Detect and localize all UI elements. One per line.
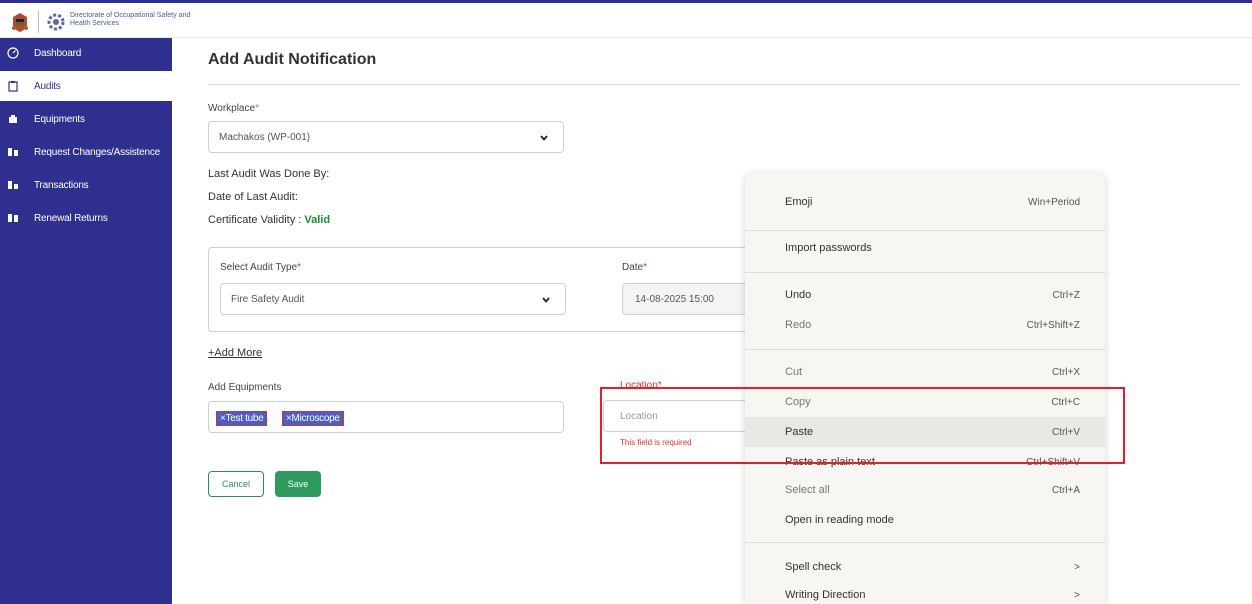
chevron-down-icon: [540, 135, 548, 141]
request-icon: [6, 145, 20, 159]
menu-item-writing-direction[interactable]: Writing Direction >: [745, 580, 1105, 604]
equipments-input[interactable]: ×Test tube ×Microscope: [208, 401, 564, 433]
sidebar-item-label: Renewal Returns: [34, 212, 108, 224]
sidebar-item-equipments[interactable]: Equipments: [0, 104, 172, 134]
cancel-button[interactable]: Cancel: [208, 471, 264, 497]
date-of-last-audit: Date of Last Audit:: [208, 191, 298, 203]
validity-status: Valid: [304, 214, 331, 226]
menu-divider: [745, 230, 1105, 231]
sidebar-item-transactions[interactable]: Transactions: [0, 170, 172, 200]
annotation-highlight-box: [600, 387, 1125, 464]
clipboard-icon: [6, 79, 20, 93]
sidebar: Dashboard Audits Equipments Request Chan…: [0, 38, 172, 604]
title-divider: [208, 84, 1240, 85]
menu-divider: [745, 272, 1105, 273]
top-bar: Directorate of Occupational Safety and H…: [0, 0, 1252, 38]
workplace-label: Workplace*: [208, 103, 259, 114]
sidebar-item-label: Request Changes/Assistence: [34, 146, 160, 158]
sidebar-item-label: Transactions: [34, 179, 89, 191]
menu-divider: [745, 542, 1105, 543]
menu-item-select-all[interactable]: Select all Ctrl+A: [745, 475, 1105, 505]
gauge-icon: [6, 46, 20, 60]
workplace-select[interactable]: Machakos (WP-001): [208, 121, 564, 153]
chevron-right-icon: >: [1074, 561, 1080, 573]
equipment-tag-test-tube[interactable]: ×Test tube: [216, 411, 268, 426]
menu-item-reading-mode[interactable]: Open in reading mode: [745, 505, 1105, 535]
menu-item-cut[interactable]: Cut Ctrl+X: [745, 357, 1105, 387]
certificate-validity: Certificate Validity : Valid: [208, 214, 331, 226]
sidebar-item-label: Audits: [34, 80, 61, 92]
sidebar-item-label: Equipments: [34, 113, 85, 125]
equipment-tag-microscope[interactable]: ×Microscope: [282, 411, 344, 426]
menu-item-undo[interactable]: Undo Ctrl+Z: [745, 280, 1105, 310]
add-more-link[interactable]: +Add More: [208, 347, 262, 359]
save-button[interactable]: Save: [275, 471, 321, 497]
audit-type-select[interactable]: Fire Safety Audit: [220, 283, 566, 315]
last-audit-by: Last Audit Was Done By:: [208, 168, 330, 180]
date-input[interactable]: 14-08-2025 15:00: [622, 283, 752, 315]
menu-item-import-passwords[interactable]: Import passwords: [745, 233, 1105, 263]
menu-item-spell-check[interactable]: Spell check >: [745, 552, 1105, 582]
org-name: Directorate of Occupational Safety and H…: [70, 12, 191, 27]
renewal-icon: [6, 211, 20, 225]
equipments-label: Add Equipments: [208, 382, 282, 393]
logo-divider: [38, 11, 39, 33]
audit-type-value: Fire Safety Audit: [231, 293, 305, 305]
chevron-right-icon: >: [1074, 589, 1080, 601]
sidebar-item-dashboard[interactable]: Dashboard: [0, 38, 172, 68]
menu-item-redo[interactable]: Redo Ctrl+Shift+Z: [745, 310, 1105, 340]
page-title: Add Audit Notification: [208, 51, 377, 68]
sidebar-item-request-changes[interactable]: Request Changes/Assistence: [0, 137, 172, 167]
sidebar-item-audits[interactable]: Audits: [0, 71, 172, 101]
chevron-down-icon: [542, 297, 550, 303]
workplace-value: Machakos (WP-001): [219, 131, 311, 143]
menu-item-emoji[interactable]: Emoji Win+Period: [745, 187, 1105, 217]
menu-divider: [745, 349, 1105, 350]
date-value: 14-08-2025 15:00: [635, 293, 714, 305]
transactions-icon: [6, 178, 20, 192]
audit-type-label: Select Audit Type*: [220, 262, 301, 273]
date-label: Date*: [622, 262, 648, 273]
equipment-icon: [6, 112, 20, 126]
sidebar-item-renewal-returns[interactable]: Renewal Returns: [0, 203, 172, 233]
sidebar-item-label: Dashboard: [34, 47, 82, 59]
coat-of-arms-icon: [12, 13, 28, 32]
gear-logo-icon: [47, 13, 65, 31]
